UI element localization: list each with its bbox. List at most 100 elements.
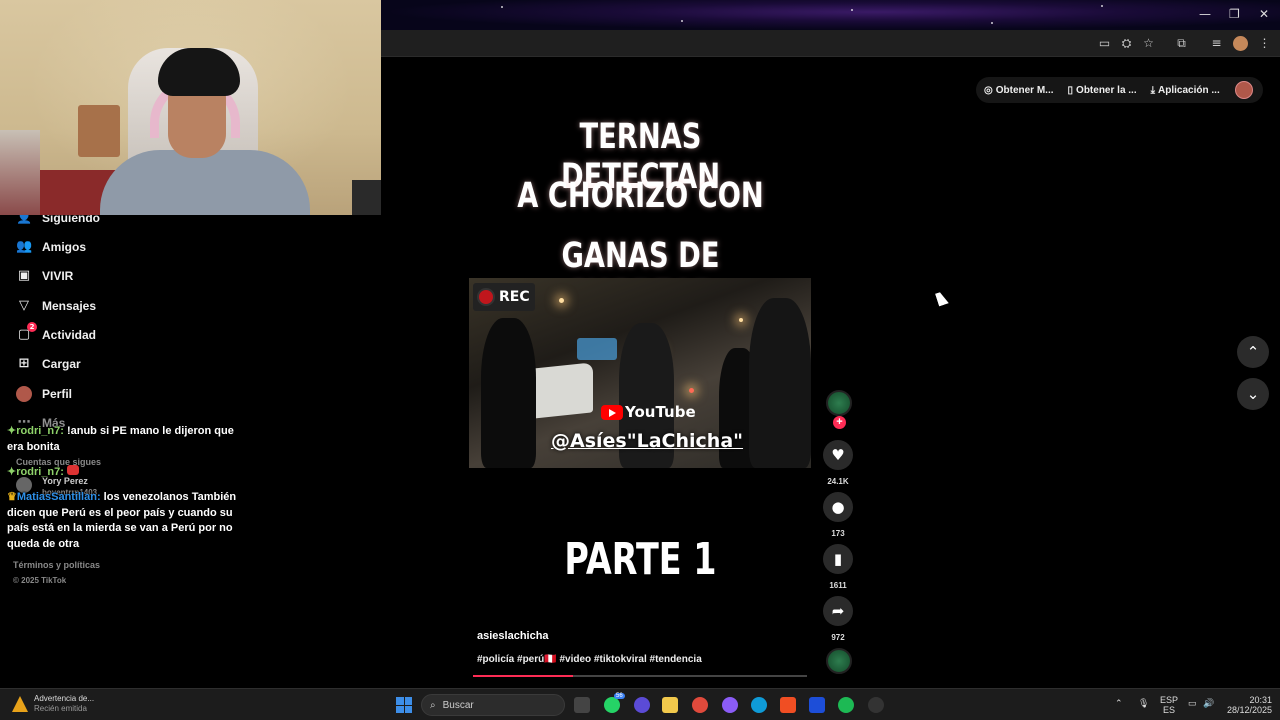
app-label: Aplicación ... — [1158, 84, 1220, 96]
browser-toolbar: ▭ ⛭ ☆ ⧉ ≡ ⋮ — [381, 30, 1280, 57]
header-actions: ◎ Obtener M... ▯ Obtener la ... ⤓ Aplicació… — [976, 77, 1263, 103]
phone-icon: ▯ — [1067, 84, 1074, 96]
taskbar: Advertencia de... Recién emitida ⌕ Buscar … — [0, 688, 1280, 720]
star-icon[interactable]: ☆ — [1141, 36, 1156, 51]
file-explorer-icon[interactable] — [662, 697, 678, 713]
sidebar-item-profile[interactable]: Perfil — [16, 386, 72, 402]
close-button[interactable]: ✕ — [1259, 7, 1269, 21]
save-button[interactable]: ▮ — [823, 544, 853, 574]
next-video-button[interactable]: ⌄ — [1237, 378, 1269, 410]
creator-avatar[interactable] — [826, 390, 852, 416]
edge-icon[interactable] — [751, 697, 767, 713]
media-app-icon[interactable] — [868, 697, 884, 713]
terms-link[interactable]: Términos y políticas — [13, 560, 100, 570]
network-icon[interactable]: ▭ — [1188, 698, 1197, 708]
sidebar-item-label: Actividad — [42, 328, 97, 342]
get-m-label: Obtener M... — [995, 84, 1054, 96]
record-icon — [477, 288, 495, 306]
translate-icon[interactable]: ⛭ — [1119, 36, 1134, 51]
youtube-label: YouTube — [625, 403, 696, 421]
music-disc-icon[interactable] — [826, 648, 852, 674]
app-button[interactable]: ⤓ Aplicación ... — [1151, 85, 1220, 96]
store-icon[interactable] — [809, 697, 825, 713]
youtube-logo: YouTube — [601, 403, 696, 421]
youtube-play-icon — [601, 404, 623, 420]
copyright: © 2025 TikTok — [13, 576, 67, 585]
get-la-label: Obtener la ... — [1076, 84, 1137, 96]
notification-item[interactable]: Advertencia de... Recién emitida — [12, 694, 94, 714]
sidebar-item-label: Mensajes — [42, 299, 97, 313]
like-count: 24.1K — [827, 477, 849, 486]
video-hashtags[interactable]: #policía #perú🇵🇪 #video #tiktokviral #te… — [477, 654, 702, 665]
user-avatar[interactable] — [1235, 81, 1253, 99]
brave-icon[interactable] — [780, 697, 796, 713]
video-title-line: A CHORIZO CON — [517, 176, 764, 216]
coin-icon: ◎ — [984, 84, 993, 96]
previous-video-button[interactable]: ⌃ — [1237, 336, 1269, 368]
search-icon: ⌕ — [430, 699, 436, 711]
whatsapp-icon[interactable] — [604, 697, 620, 713]
get-m-button[interactable]: ◎ Obtener M... — [984, 85, 1054, 96]
taskbar-search[interactable]: ⌕ Buscar — [421, 694, 565, 716]
video-player[interactable]: TERNAS DETECTAN A CHORIZO CON GANAS DE C… — [469, 87, 812, 684]
save-count: 1611 — [829, 581, 847, 590]
share-button[interactable]: ➦ — [823, 596, 853, 626]
app-icon[interactable] — [634, 697, 650, 713]
video-part-label: PARTE 1 — [564, 534, 717, 585]
live-icon: ▣ — [17, 268, 31, 283]
sidebar-item-label: Perfil — [42, 387, 73, 401]
video-handle: @Asíes"LaChicha" — [551, 430, 744, 452]
comment-button[interactable]: ● — [823, 492, 853, 522]
download-icon: ⤓ — [1150, 84, 1156, 96]
chat-username: MatiasSantillan: — [16, 491, 101, 503]
language-code: ESP — [1160, 695, 1179, 705]
sidebar-item-friends[interactable]: 👥 Amigos — [16, 239, 86, 255]
video-author[interactable]: asieslachicha — [477, 630, 549, 642]
chevron-down-icon: ⌄ — [1246, 385, 1260, 403]
friends-icon: 👥 — [16, 239, 33, 254]
video-progress-bar[interactable] — [473, 675, 807, 677]
clock[interactable]: 20:31 28/12/2025 — [1227, 695, 1272, 715]
volume-icon[interactable]: 🔊 — [1203, 698, 1214, 708]
messages-icon: ▽ — [19, 298, 29, 313]
follow-plus-icon[interactable]: + — [833, 416, 846, 429]
search-placeholder: Buscar — [442, 699, 474, 711]
heart-icon: ♥ — [831, 446, 845, 464]
profile-icon[interactable] — [1233, 36, 1248, 51]
comment-icon: ● — [831, 498, 845, 516]
chevron-up-icon: ⌃ — [1246, 343, 1260, 361]
browser-titlebar: — ❐ ✕ — [381, 0, 1280, 30]
menu-icon[interactable]: ⋮ — [1257, 36, 1272, 51]
clock-date: 28/12/2025 — [1227, 705, 1273, 715]
sidebar-item-activity[interactable]: ▢ 2 Actividad — [16, 322, 97, 343]
task-view-icon[interactable] — [574, 697, 590, 713]
profile-avatar — [16, 386, 32, 402]
microphone-icon[interactable]: 🎙 — [1138, 698, 1149, 708]
whatsapp-badge: 56 — [614, 693, 625, 699]
sidebar-item-upload[interactable]: ⊞ Cargar — [16, 356, 81, 372]
warning-icon — [12, 696, 28, 712]
get-la-button[interactable]: ▯ Obtener la ... — [1068, 85, 1137, 96]
media-icon[interactable]: ≡ — [1209, 36, 1224, 51]
language-indicator[interactable]: ESP ES — [1160, 695, 1178, 715]
screen: — ❐ ✕ ▭ ⛭ ☆ ⧉ ≡ ⋮ ◎ Obtener M... ▯ Obtener… — [0, 0, 1280, 720]
sidebar-item-messages[interactable]: ▽ Mensajes — [16, 298, 96, 314]
webcam-overlay — [0, 0, 381, 215]
like-button[interactable]: ♥ — [823, 440, 853, 470]
rec-label: REC — [499, 289, 530, 305]
chrome-icon[interactable] — [692, 697, 708, 713]
minimize-button[interactable]: — — [1199, 7, 1211, 21]
notification-subtitle: Recién emitida — [34, 704, 87, 713]
extensions-icon[interactable]: ⧉ — [1174, 36, 1189, 51]
windows-start-icon[interactable] — [396, 697, 412, 713]
restore-button[interactable]: ❐ — [1229, 7, 1240, 21]
sidebar-item-live[interactable]: ▣ VIVIR — [16, 268, 74, 284]
rec-badge: REC — [473, 283, 535, 311]
spotify-icon[interactable] — [838, 697, 854, 713]
chat-message: ♛MatiasSantillan: los venezolanos Tambié… — [7, 491, 237, 550]
copilot-icon[interactable] — [722, 697, 738, 713]
cast-icon[interactable]: ▭ — [1097, 36, 1112, 51]
sidebar-item-label: Amigos — [42, 240, 87, 254]
tray-chevron-icon[interactable]: ⌃ — [1115, 698, 1123, 708]
sidebar-item-label: Cargar — [42, 357, 81, 371]
